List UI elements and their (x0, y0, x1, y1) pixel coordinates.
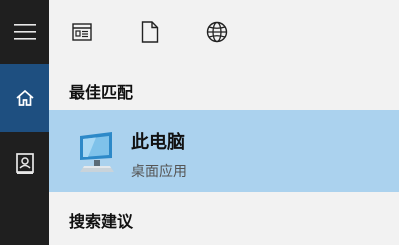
user-contact-icon (15, 153, 34, 174)
result-name: 此电脑 (131, 132, 185, 153)
document-icon (141, 21, 159, 43)
search-filter-bar (49, 0, 399, 66)
home-icon (15, 89, 34, 106)
menu-button[interactable] (0, 8, 49, 56)
left-rail (0, 0, 49, 245)
filter-documents-button[interactable] (130, 14, 170, 50)
computer-monitor-icon (80, 132, 114, 172)
result-type: 桌面应用 (131, 164, 187, 180)
user-button[interactable] (0, 136, 49, 192)
globe-icon (206, 21, 228, 43)
filter-web-button[interactable] (197, 14, 237, 50)
home-button[interactable] (0, 64, 49, 132)
best-match-heading: 最佳匹配 (69, 83, 134, 102)
app-window-icon (72, 23, 92, 41)
hamburger-icon (13, 24, 36, 40)
best-match-result[interactable]: 此电脑 桌面应用 (49, 110, 399, 192)
search-suggestions-heading: 搜索建议 (69, 212, 134, 231)
filter-apps-button[interactable] (62, 14, 102, 50)
search-results-panel: 最佳匹配 此电脑 桌面应用 搜索建议 (49, 0, 399, 245)
